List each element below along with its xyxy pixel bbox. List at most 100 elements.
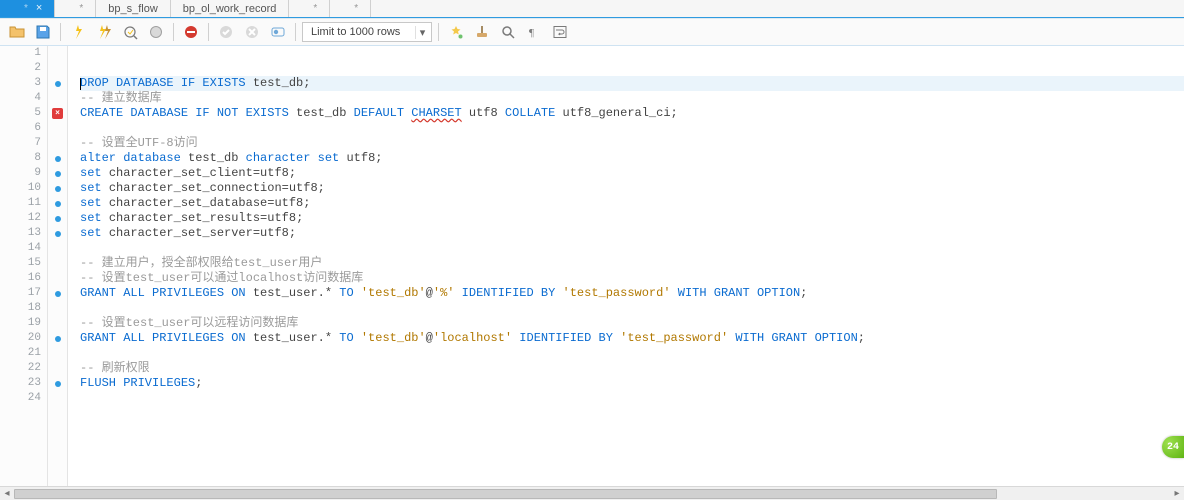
code-line[interactable]: set character_set_connection=utf8; <box>80 181 1184 196</box>
line-number: 20 <box>0 331 47 346</box>
editor-tab[interactable]: bp_ol_work_record <box>171 0 290 17</box>
save-button[interactable] <box>32 21 54 43</box>
statement-marker-icon <box>48 181 67 196</box>
code-line[interactable]: alter database test_db character set utf… <box>80 151 1184 166</box>
token: ; <box>303 196 310 211</box>
token: -- 建立数据库 <box>80 91 162 106</box>
toolbar-separator <box>60 23 61 41</box>
code-line[interactable]: -- 建立用户，授全部权限给test_user用户 <box>80 256 1184 271</box>
line-number: 22 <box>0 361 47 376</box>
statement-marker-icon <box>48 226 67 241</box>
code-line[interactable]: set character_set_client=utf8; <box>80 166 1184 181</box>
code-line[interactable] <box>80 391 1184 406</box>
line-number: 4 <box>0 91 47 106</box>
token: @ <box>426 331 433 346</box>
execute-button[interactable] <box>67 21 89 43</box>
scroll-left-arrow-icon[interactable]: ◂ <box>0 488 14 499</box>
blank-marker <box>48 61 67 76</box>
commit-button[interactable] <box>215 21 237 43</box>
dirty-indicator-icon: * <box>24 3 28 14</box>
code-line[interactable]: -- 刷新权限 <box>80 361 1184 376</box>
token: ; <box>303 76 310 91</box>
token: CHARSET <box>411 106 461 121</box>
code-line[interactable]: CREATE DATABASE IF NOT EXISTS test_db DE… <box>80 106 1184 121</box>
stop-button[interactable] <box>145 21 167 43</box>
line-number: 12 <box>0 211 47 226</box>
editor-tab[interactable]: bp_s_flow <box>96 0 171 17</box>
toolbar-separator <box>208 23 209 41</box>
code-line[interactable] <box>80 241 1184 256</box>
code-line[interactable]: set character_set_results=utf8; <box>80 211 1184 226</box>
line-number: 1 <box>0 46 47 61</box>
beautify-button[interactable] <box>445 21 467 43</box>
word-wrap-button[interactable] <box>549 21 571 43</box>
stop-on-error-button[interactable] <box>180 21 202 43</box>
code-line[interactable] <box>80 346 1184 361</box>
token: TO <box>339 331 361 346</box>
line-number: 3 <box>0 76 47 91</box>
token: COLLATE <box>505 106 563 121</box>
line-number: 16 <box>0 271 47 286</box>
editor-tab[interactable]: *× <box>0 0 55 17</box>
token: utf8 <box>462 106 505 121</box>
dirty-indicator-icon: * <box>79 3 83 14</box>
token: GRANT ALL PRIVILEGES ON <box>80 331 253 346</box>
blank-marker <box>48 271 67 286</box>
scrollbar-track[interactable] <box>14 487 1170 500</box>
code-line[interactable]: GRANT ALL PRIVILEGES ON test_user.* TO '… <box>80 286 1184 301</box>
code-line[interactable] <box>80 121 1184 136</box>
find-button[interactable] <box>497 21 519 43</box>
editor-tab[interactable]: * <box>330 0 371 17</box>
editor-tab[interactable]: * <box>289 0 330 17</box>
blank-marker <box>48 346 67 361</box>
statement-marker-icon <box>48 211 67 226</box>
explain-button[interactable] <box>119 21 141 43</box>
scrollbar-thumb[interactable] <box>14 489 997 499</box>
invisible-chars-button[interactable]: ¶ <box>523 21 545 43</box>
code-line[interactable]: GRANT ALL PRIVILEGES ON test_user.* TO '… <box>80 331 1184 346</box>
clean-up-button[interactable] <box>471 21 493 43</box>
token: character_set_connection <box>109 181 282 196</box>
code-line[interactable] <box>80 301 1184 316</box>
toolbar-separator <box>295 23 296 41</box>
code-line[interactable] <box>80 61 1184 76</box>
line-number: 7 <box>0 136 47 151</box>
code-line[interactable]: FLUSH PRIVILEGES; <box>80 376 1184 391</box>
code-line[interactable]: set character_set_server=utf8; <box>80 226 1184 241</box>
token: -- 设置test_user可以远程访问数据库 <box>80 316 298 331</box>
execute-script-button[interactable] <box>93 21 115 43</box>
suggestions-count: 24 <box>1167 440 1179 455</box>
close-icon[interactable]: × <box>36 3 42 14</box>
autocommit-toggle[interactable] <box>267 21 289 43</box>
scroll-right-arrow-icon[interactable]: ▸ <box>1170 488 1184 499</box>
token: -- 建立用户，授全部权限给test_user用户 <box>80 256 322 271</box>
editor-tab[interactable]: * <box>55 0 96 17</box>
code-line[interactable]: DROP DATABASE IF EXISTS test_db; <box>80 76 1184 91</box>
code-line[interactable] <box>80 46 1184 61</box>
line-number: 6 <box>0 121 47 136</box>
token: TO <box>339 286 361 301</box>
code-line[interactable]: -- 设置全UTF-8访问 <box>80 136 1184 151</box>
token: test_user.* <box>253 331 339 346</box>
statement-marker-icon <box>48 196 67 211</box>
token: GRANT ALL PRIVILEGES ON <box>80 286 253 301</box>
suggestions-badge[interactable]: 24 <box>1162 436 1184 458</box>
code-line[interactable]: -- 建立数据库 <box>80 91 1184 106</box>
blank-marker <box>48 361 67 376</box>
tab-strip: *×*bp_s_flowbp_ol_work_record** <box>0 0 1184 18</box>
token: DEFAULT <box>354 106 412 121</box>
code-line[interactable]: -- 设置test_user可以远程访问数据库 <box>80 316 1184 331</box>
toolbar-separator <box>173 23 174 41</box>
code-area[interactable]: DROP DATABASE IF EXISTS test_db;-- 建立数据库… <box>68 46 1184 486</box>
code-line[interactable]: set character_set_database=utf8; <box>80 196 1184 211</box>
token: IDENTIFIED BY <box>512 331 620 346</box>
horizontal-scrollbar[interactable]: ◂ ▸ <box>0 486 1184 500</box>
token: ; <box>289 226 296 241</box>
row-limit-select[interactable]: Limit to 1000 rows ▾ <box>302 22 432 42</box>
sql-toolbar: Limit to 1000 rows ▾ ¶ <box>0 18 1184 46</box>
sql-editor[interactable]: 123456789101112131415161718192021222324 … <box>0 46 1184 486</box>
open-file-button[interactable] <box>6 21 28 43</box>
rollback-button[interactable] <box>241 21 263 43</box>
blank-marker <box>48 91 67 106</box>
code-line[interactable]: -- 设置test_user可以通过localhost访问数据库 <box>80 271 1184 286</box>
